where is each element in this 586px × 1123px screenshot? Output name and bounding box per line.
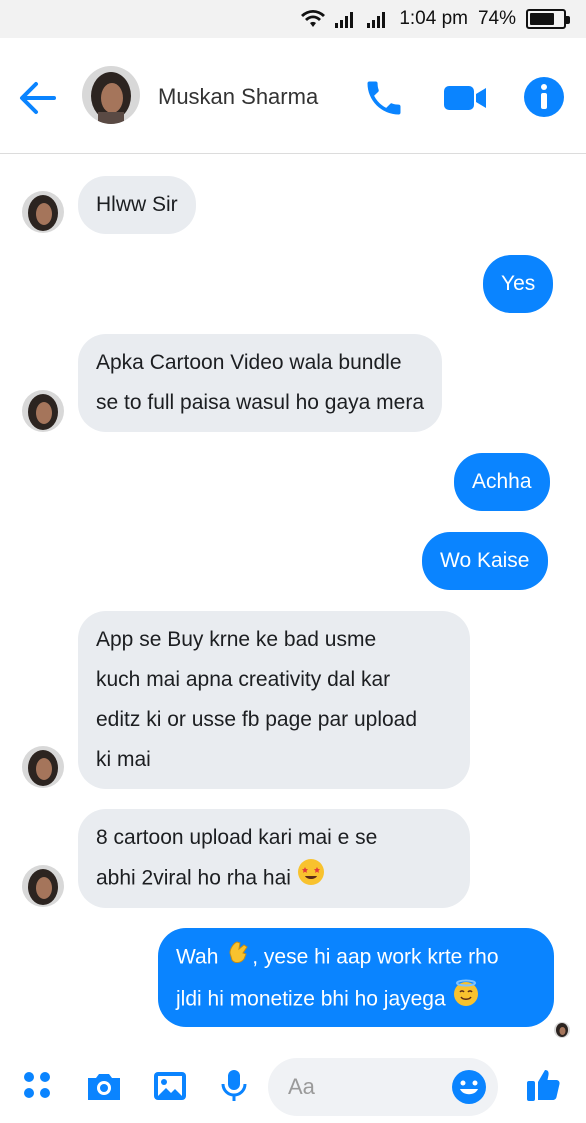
clapping-hands-emoji	[224, 937, 252, 979]
smiling-halo-emoji	[452, 979, 480, 1021]
avatar[interactable]	[82, 66, 140, 124]
gallery-icon[interactable]	[150, 1066, 190, 1106]
signal-icon	[367, 10, 389, 28]
message-composer[interactable]	[268, 1058, 498, 1116]
message-bubble[interactable]: App se Buy krne ke bad usme kuch mai apn…	[78, 611, 470, 789]
battery-icon	[526, 9, 570, 29]
video-camera-icon[interactable]	[442, 78, 488, 118]
contact-name[interactable]: Muskan Sharma	[158, 84, 318, 110]
back-arrow-icon[interactable]	[16, 78, 60, 118]
status-bar: 1:04 pm 74%	[0, 0, 586, 38]
message-bubble[interactable]: Apka Cartoon Video wala bundle se to ful…	[78, 334, 443, 432]
avatar	[22, 865, 64, 907]
avatar	[22, 746, 64, 788]
thumbs-up-icon[interactable]	[524, 1064, 564, 1104]
composer-bar	[0, 1052, 586, 1123]
message-bubble[interactable]: Achha	[454, 453, 550, 511]
wifi-icon	[301, 10, 326, 28]
message-bubble[interactable]: Hlww Sir	[78, 176, 196, 234]
status-time: 1:04 pm	[399, 8, 468, 29]
conversation-header: Muskan Sharma	[0, 38, 586, 154]
info-icon[interactable]	[523, 76, 565, 118]
signal-icon	[335, 10, 357, 28]
message-bubble[interactable]: 8 cartoon upload kari mai e se abhi 2vir…	[78, 809, 470, 908]
avatar	[22, 191, 64, 233]
message-bubble[interactable]: Wo Kaise	[422, 532, 548, 590]
menu-dots-icon[interactable]	[18, 1066, 58, 1106]
camera-icon[interactable]	[84, 1066, 124, 1106]
phone-icon[interactable]	[362, 76, 406, 120]
message-input[interactable]	[288, 1070, 438, 1104]
battery-percent: 74%	[477, 8, 516, 29]
message-bubble[interactable]: Wah , yese hi aap work krte rho jldi hi …	[158, 928, 554, 1027]
seen-receipt-avatar	[554, 1022, 570, 1038]
microphone-icon[interactable]	[214, 1066, 254, 1106]
emoji-icon[interactable]	[450, 1068, 488, 1106]
message-bubble[interactable]: Yes	[483, 255, 554, 313]
avatar	[22, 390, 64, 432]
star-struck-emoji	[297, 858, 325, 900]
